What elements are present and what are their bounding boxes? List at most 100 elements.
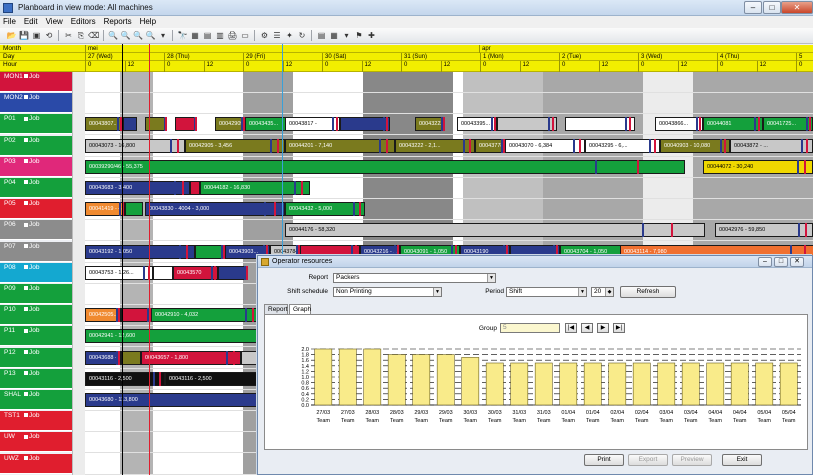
add-icon[interactable]: ✚ bbox=[366, 30, 377, 41]
chart-bar[interactable] bbox=[510, 362, 529, 406]
machine-row-label[interactable]: TST1 Job bbox=[0, 411, 72, 432]
open-icon[interactable]: 📂 bbox=[6, 30, 17, 41]
refresh-icon[interactable]: ⟲ bbox=[44, 30, 55, 41]
dialog-minimize-button[interactable]: – bbox=[758, 257, 772, 267]
chart-bar[interactable] bbox=[461, 357, 480, 406]
job-bar-segment[interactable] bbox=[121, 350, 141, 365]
machine-row-label[interactable]: P06 Job bbox=[0, 220, 72, 241]
exit-button[interactable]: Exit bbox=[722, 454, 762, 466]
report-select[interactable]: Packers ▼ bbox=[333, 273, 496, 283]
first-page-button[interactable]: |◀ bbox=[565, 323, 577, 333]
machine-row-label[interactable]: MON1 Job bbox=[0, 72, 72, 92]
chart-bar[interactable] bbox=[583, 362, 602, 406]
zoom-custom-icon[interactable]: 🔍 bbox=[145, 30, 156, 41]
list-icon[interactable]: ▤ bbox=[202, 30, 213, 41]
spinner-arrows-icon[interactable]: ◆ bbox=[605, 288, 613, 296]
machine-row-label[interactable]: SHAL Job bbox=[0, 390, 72, 410]
print-icon[interactable]: 🖨 bbox=[227, 30, 238, 41]
chart-bar[interactable] bbox=[632, 362, 651, 406]
next-page-button[interactable]: ▶ bbox=[597, 323, 609, 333]
menu-reports[interactable]: Reports bbox=[101, 16, 135, 27]
last-page-button[interactable]: ▶| bbox=[613, 323, 625, 333]
job-bar-segment[interactable] bbox=[153, 265, 173, 280]
page-icon[interactable]: ▭ bbox=[240, 30, 251, 41]
group-input[interactable]: 5 bbox=[500, 323, 560, 333]
chart-bar[interactable] bbox=[436, 354, 455, 406]
chart-bar[interactable] bbox=[779, 362, 798, 406]
menu-edit[interactable]: Edit bbox=[21, 16, 41, 27]
minimize-button[interactable]: – bbox=[744, 1, 762, 14]
machine-row-label[interactable]: P13 Job bbox=[0, 368, 72, 389]
settings-icon[interactable]: ⚙ bbox=[259, 30, 270, 41]
chart-bar[interactable] bbox=[608, 362, 627, 406]
tab-report[interactable]: Report bbox=[264, 304, 288, 314]
layout-icon[interactable]: ▦ bbox=[329, 30, 340, 41]
chart-bar[interactable] bbox=[412, 354, 431, 406]
machine-row-label[interactable]: P02 Job bbox=[0, 135, 72, 156]
cut-icon[interactable]: ✂ bbox=[63, 30, 74, 41]
grid-icon[interactable]: ▦ bbox=[190, 30, 201, 41]
chart-bar[interactable] bbox=[534, 362, 553, 406]
print-button[interactable]: Print bbox=[584, 454, 624, 466]
machine-row-label[interactable]: P03 Job bbox=[0, 156, 72, 177]
close-button[interactable]: ✕ bbox=[781, 1, 813, 14]
dropdown-icon[interactable]: ▾ bbox=[158, 30, 169, 41]
machine-row-label[interactable]: UW Job bbox=[0, 432, 72, 453]
reload-icon[interactable]: ↻ bbox=[297, 30, 308, 41]
refresh-button[interactable]: Refresh bbox=[620, 286, 676, 298]
job-bar-segment[interactable] bbox=[190, 181, 200, 195]
machine-row-label[interactable]: P07 Job bbox=[0, 241, 72, 262]
chart-bar[interactable] bbox=[363, 348, 382, 406]
menu-file[interactable]: File bbox=[0, 16, 19, 27]
chart-bar[interactable] bbox=[387, 354, 406, 406]
shift-schedule-select[interactable]: Non Printing ▼ bbox=[333, 287, 442, 297]
columns-icon[interactable]: ▥ bbox=[215, 30, 226, 41]
title-bar[interactable]: Planboard in view mode: All machines – □… bbox=[0, 0, 813, 16]
chart-bar[interactable] bbox=[559, 362, 578, 406]
preview-button[interactable]: Preview bbox=[672, 454, 712, 466]
machine-row-label[interactable]: P11 Job bbox=[0, 326, 72, 347]
delete-icon[interactable]: ⌫ bbox=[88, 30, 99, 41]
machine-row-label[interactable]: P09 Job bbox=[0, 284, 72, 304]
zoom-out-icon[interactable]: 🔍 bbox=[120, 30, 131, 41]
period-count-spinner[interactable]: 20 ◆ bbox=[591, 287, 614, 297]
machine-row-label[interactable]: P01 Job bbox=[0, 114, 72, 135]
zoom-in-icon[interactable]: 🔍 bbox=[108, 30, 119, 41]
chart-bar[interactable] bbox=[338, 348, 357, 406]
job-bar-segment[interactable] bbox=[125, 202, 143, 217]
copy-icon[interactable]: ⎘ bbox=[76, 30, 87, 41]
dialog-close-button[interactable]: ✕ bbox=[790, 257, 804, 267]
job-bar-segment[interactable] bbox=[123, 117, 137, 132]
machine-row-label[interactable]: P10 Job bbox=[0, 305, 72, 326]
chart-bar[interactable] bbox=[657, 362, 676, 406]
machine-row-label[interactable]: P08 Job bbox=[0, 262, 72, 283]
dropdown-icon[interactable]: ▾ bbox=[341, 30, 352, 41]
chart-bar[interactable] bbox=[706, 362, 725, 406]
export-button[interactable]: Export bbox=[628, 454, 668, 466]
window-icon[interactable]: ▣ bbox=[31, 30, 42, 41]
zoom-fit-icon[interactable]: 🔍 bbox=[133, 30, 144, 41]
machine-row-label[interactable]: UWZ Job bbox=[0, 453, 72, 474]
chart-bar[interactable] bbox=[485, 362, 504, 406]
star-icon[interactable]: ✦ bbox=[284, 30, 295, 41]
flag-icon[interactable]: ⚑ bbox=[354, 30, 365, 41]
dialog-maximize-button[interactable]: □ bbox=[774, 257, 788, 267]
machine-row-label[interactable]: P05 Job bbox=[0, 199, 72, 220]
machine-row-label[interactable]: MON2 Job bbox=[0, 93, 72, 114]
menu-help[interactable]: Help bbox=[137, 16, 159, 27]
table-icon[interactable]: ▤ bbox=[316, 30, 327, 41]
binoculars-icon[interactable]: 🔭 bbox=[177, 30, 188, 41]
save-icon[interactable]: 💾 bbox=[19, 30, 30, 41]
chart-bar[interactable] bbox=[730, 362, 749, 406]
menu-icon[interactable]: ☰ bbox=[272, 30, 283, 41]
previous-page-button[interactable]: ◀ bbox=[581, 323, 593, 333]
machine-row-label[interactable]: P12 Job bbox=[0, 347, 72, 368]
menu-editors[interactable]: Editors bbox=[68, 16, 99, 27]
period-select[interactable]: Shift ▼ bbox=[506, 287, 587, 297]
menu-view[interactable]: View bbox=[43, 16, 66, 27]
machine-row-label[interactable]: P04 Job bbox=[0, 178, 72, 198]
chart-bar[interactable] bbox=[755, 362, 774, 406]
red-marker-line[interactable] bbox=[149, 44, 150, 475]
chart-bar[interactable] bbox=[314, 348, 333, 406]
dialog-title-bar[interactable]: Operator resources – □ ✕ bbox=[258, 256, 812, 268]
